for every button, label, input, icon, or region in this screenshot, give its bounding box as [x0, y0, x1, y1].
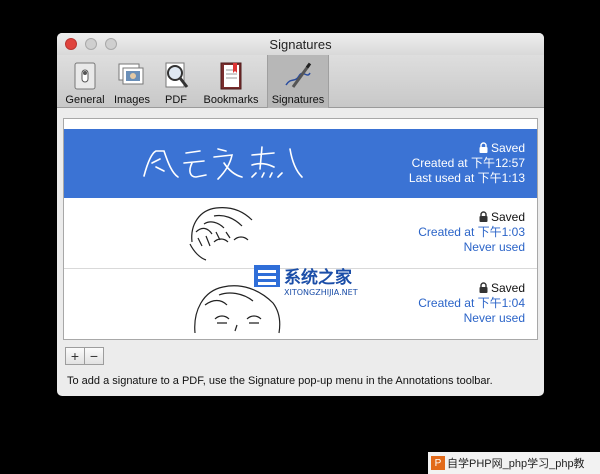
- watermark-text: 自学PHP网_php学习_php教: [447, 458, 585, 470]
- signature-info-1: Saved Created at 下午12:57 Last used at 下午…: [409, 141, 525, 186]
- tab-signatures-label: Signatures: [271, 94, 325, 106]
- watermark-logo: P: [431, 456, 445, 470]
- title-bar: Signatures: [57, 33, 544, 55]
- site-watermark: P 自学PHP网_php学习_php教: [428, 452, 600, 474]
- images-icon: [117, 61, 147, 91]
- tab-images-label: Images: [113, 94, 151, 106]
- signature-list[interactable]: Saved Created at 下午12:57 Last used at 下午…: [63, 118, 538, 340]
- remove-signature-button[interactable]: −: [84, 347, 104, 365]
- signatures-window: Signatures General Images PDF Bookmarks …: [57, 33, 544, 396]
- lock-icon: [479, 211, 488, 222]
- created-at: Created at 下午1:04: [418, 296, 525, 310]
- add-signature-button[interactable]: +: [65, 347, 85, 365]
- tab-bookmarks-label: Bookmarks: [203, 94, 259, 106]
- saved-status: Saved: [418, 210, 525, 225]
- signature-image: [189, 207, 253, 261]
- signatures-icon: [283, 61, 313, 91]
- lock-icon: [479, 282, 488, 293]
- saved-status: Saved: [409, 141, 525, 156]
- saved-status: Saved: [418, 281, 525, 296]
- help-text: To add a signature to a PDF, use the Sig…: [67, 375, 493, 387]
- site-watermark-logo: 系统之家 XITONGZHIJIA.NET: [254, 261, 374, 306]
- last-used: Last used at 下午1:13: [408, 171, 525, 185]
- created-at: Created at 下午12:57: [411, 156, 525, 170]
- svg-text:XITONGZHIJIA.NET: XITONGZHIJIA.NET: [284, 288, 358, 297]
- tab-signatures[interactable]: Signatures: [267, 55, 329, 108]
- signature-image: [143, 146, 303, 180]
- lock-icon: [479, 142, 488, 153]
- bookmarks-icon: [216, 61, 246, 91]
- list-buttons: + −: [65, 347, 104, 365]
- general-icon: [70, 61, 100, 91]
- tab-general[interactable]: General: [63, 55, 107, 108]
- created-at: Created at 下午1:03: [418, 225, 525, 239]
- tab-images[interactable]: Images: [110, 55, 154, 108]
- tab-general-label: General: [65, 94, 105, 106]
- close-button[interactable]: [65, 38, 77, 50]
- last-used: Never used: [463, 311, 525, 325]
- signature-info-2: Saved Created at 下午1:03 Never used: [418, 210, 525, 255]
- last-used: Never used: [463, 240, 525, 254]
- signature-row-1[interactable]: Saved Created at 下午12:57 Last used at 下午…: [64, 129, 537, 198]
- window-title: Signatures: [269, 36, 332, 52]
- tab-bookmarks[interactable]: Bookmarks: [199, 55, 263, 108]
- preferences-toolbar: General Images PDF Bookmarks Signatures: [57, 55, 544, 108]
- tab-pdf[interactable]: PDF: [157, 55, 195, 108]
- tab-pdf-label: PDF: [165, 94, 187, 106]
- signature-row-2[interactable]: Saved Created at 下午1:03 Never used: [64, 198, 537, 268]
- zoom-button[interactable]: [105, 38, 117, 50]
- pdf-icon: [161, 61, 191, 91]
- svg-text:系统之家: 系统之家: [284, 267, 352, 288]
- signature-info-3: Saved Created at 下午1:04 Never used: [418, 281, 525, 326]
- minimize-button[interactable]: [85, 38, 97, 50]
